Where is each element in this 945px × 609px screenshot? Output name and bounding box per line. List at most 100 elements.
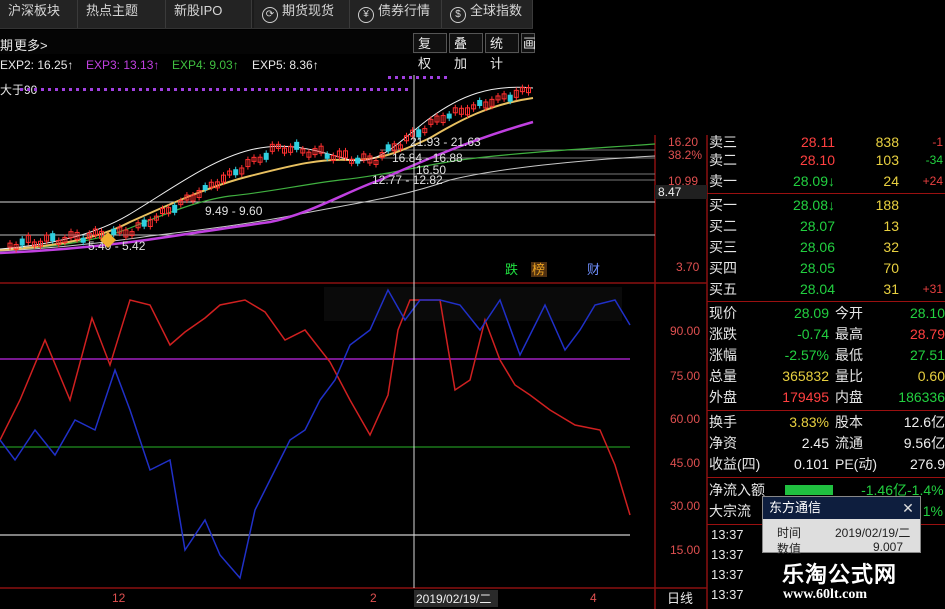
close-icon[interactable]: ✕ (900, 497, 916, 519)
popup-title: 东方通信 (763, 497, 920, 519)
signal-dot (391, 88, 394, 91)
time-tick: 12 (112, 591, 126, 605)
osc-axis-label: 90.00 (670, 324, 700, 338)
candle (111, 228, 117, 235)
signal-dot (423, 76, 426, 79)
osc-axis-label: 45.00 (670, 456, 700, 470)
popup-value-label: 数值 (777, 542, 802, 556)
signal-dot (55, 88, 58, 91)
ask-row[interactable]: 卖一 28.09↓ 24 +24 (707, 171, 945, 191)
annotation-price: 21.93 - 21.63 (410, 135, 481, 149)
quote-row: 净资 2.45 流通 9.56亿 (709, 435, 945, 451)
tick-time: 13:37 (711, 527, 744, 542)
price-axis-label: 3.70 (676, 260, 700, 274)
signal-dot (34, 88, 37, 91)
candle (355, 157, 361, 164)
signal-dot (437, 76, 440, 79)
ask-row[interactable]: 卖二 28.10 103 -34 (707, 150, 945, 170)
price-cursor-label: 8.47 (658, 185, 682, 199)
signal-dot (398, 88, 401, 91)
marker-finance[interactable]: 财 (587, 262, 600, 277)
signal-dot (97, 88, 100, 91)
osc-axis-label: 60.00 (670, 412, 700, 426)
quote-row: 收益(四) 0.101 PE(动) 276.9 (709, 456, 945, 472)
book-separator (707, 193, 945, 194)
bid-row[interactable]: 买一 28.08↓ 188 (707, 195, 945, 215)
candle (507, 94, 513, 102)
osc-axis-label: 15.00 (670, 543, 700, 557)
popup-value: 9.007 (873, 540, 904, 554)
ask-row-3[interactable]: 卖三 28.11 838 -1 (707, 132, 945, 152)
signal-dot (370, 88, 373, 91)
info-popup[interactable]: 东方通信 ✕ 时间 2019/02/19/二 数值 9.007 (762, 496, 921, 556)
signal-dot (363, 88, 366, 91)
signal-dot (293, 88, 296, 91)
inflow-bar (785, 485, 833, 495)
signal-dot (307, 88, 310, 91)
date-cursor-label: 2019/02/19/二 (416, 592, 491, 606)
signal-dot (300, 88, 303, 91)
signal-dot (195, 88, 198, 91)
popup-time-value: 2019/02/19/二 (835, 526, 911, 540)
candle (385, 144, 391, 152)
candle (233, 169, 239, 176)
signal-dot (27, 88, 30, 91)
annotation-price: 9.49 - 9.60 (205, 204, 263, 218)
signal-dot (272, 88, 275, 91)
signal-dot (111, 88, 114, 91)
bid-row[interactable]: 买四 28.05 70 (707, 258, 945, 278)
popup-time-label: 时间 (777, 526, 802, 540)
candle (141, 219, 147, 227)
quote-row: 涨跌 -0.74 最高 28.79 (709, 326, 945, 342)
signal-dot (132, 88, 135, 91)
annotation-price: 5.40 - 5.42 (88, 239, 146, 253)
signal-dot (160, 88, 163, 91)
candle (80, 237, 86, 243)
candle (50, 233, 56, 242)
signal-dot (395, 76, 398, 79)
signal-dot (83, 88, 86, 91)
signal-dot (335, 88, 338, 91)
watermark-title: 乐淘公式网 (782, 562, 898, 587)
bid-row[interactable]: 买五 28.04 31 +31 (707, 279, 945, 299)
osc-red-line (0, 299, 631, 516)
candle (263, 152, 269, 160)
price-axis-label: 38.2% (668, 148, 702, 162)
signal-dot (349, 88, 352, 91)
tick-time: 13:37 (711, 567, 744, 582)
signal-dot (174, 88, 177, 91)
signal-dot (402, 76, 405, 79)
signal-dot (328, 88, 331, 91)
quote-separator (707, 477, 945, 478)
time-tick: 2 (370, 591, 377, 605)
price-axis-label: 16.20 (668, 135, 698, 149)
signal-dot (139, 88, 142, 91)
signal-dot (237, 88, 240, 91)
signal-dot (258, 88, 261, 91)
signal-dot (342, 88, 345, 91)
signal-dot (244, 88, 247, 91)
bid-row[interactable]: 买三 28.06 32 (707, 237, 945, 257)
quote-row: 涨幅 -2.57% 最低 27.51 (709, 347, 945, 363)
candles (7, 84, 531, 253)
signal-dot (405, 88, 408, 91)
marker-fall[interactable]: 跌 (505, 262, 518, 277)
signal-dot (444, 76, 447, 79)
signal-dot (321, 88, 324, 91)
signal-dot (209, 88, 212, 91)
signal-dots (20, 76, 447, 91)
candle (294, 141, 300, 150)
period-daily[interactable]: 日线 (667, 591, 693, 606)
candle (477, 99, 483, 106)
candle (19, 238, 25, 246)
signal-dot (76, 88, 79, 91)
annotation-price: 12.77 - 12.82 (372, 173, 443, 187)
signal-dot (41, 88, 44, 91)
candle (324, 153, 330, 159)
time-tick: 4 (590, 591, 597, 605)
bid-row[interactable]: 买二 28.07 13 (707, 216, 945, 236)
tick-time: 13:37 (711, 547, 744, 562)
marker-rank[interactable]: 榜 (532, 262, 545, 277)
signal-dot (146, 88, 149, 91)
signal-dot (20, 88, 23, 91)
